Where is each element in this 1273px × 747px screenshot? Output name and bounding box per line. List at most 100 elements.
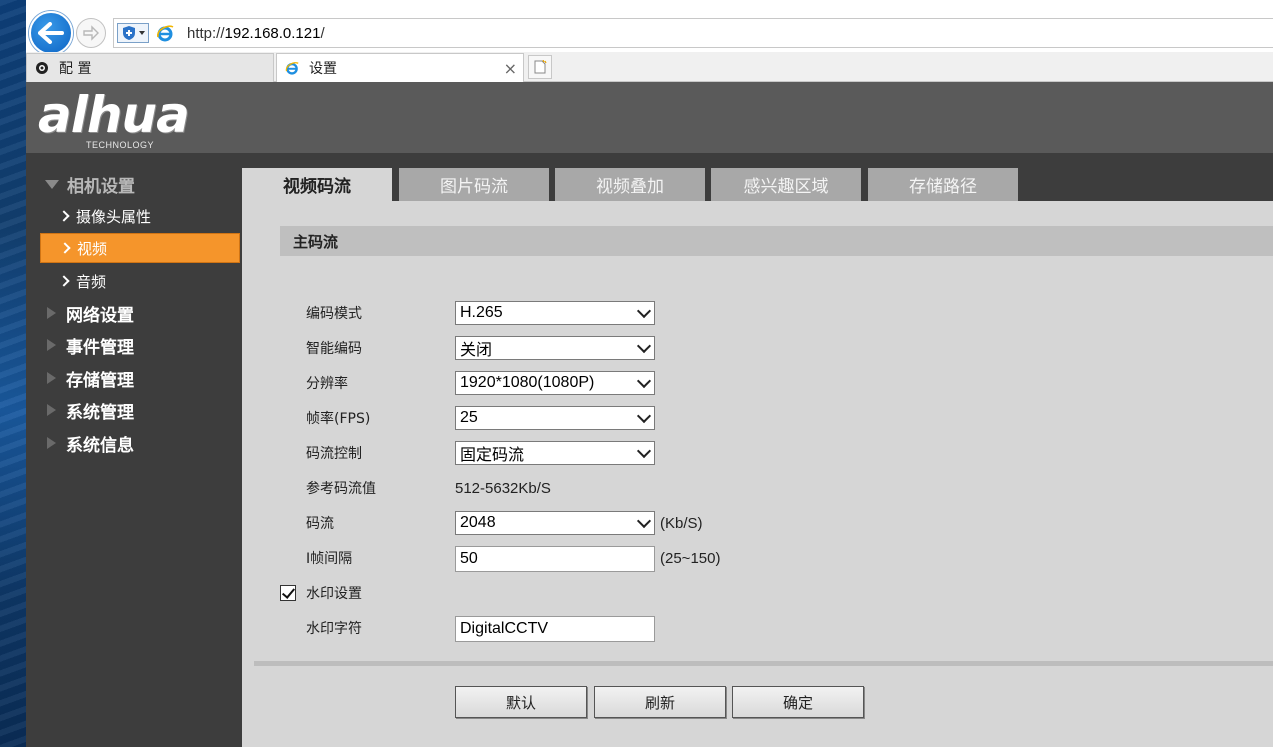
sidebar-item-video[interactable]: 视频 <box>40 233 240 263</box>
i-frame-interval-label: I帧间隔 <box>306 551 353 567</box>
triangle-right-icon <box>47 372 56 384</box>
url-field[interactable]: http://192.168.0.121/ <box>113 18 1273 48</box>
chevron-down-icon <box>636 303 652 319</box>
sidebar-item-label: 摄像头属性 <box>76 207 152 226</box>
chevron-down-icon <box>636 338 652 354</box>
tab-video-overlay[interactable]: 视频叠加 <box>555 168 705 201</box>
sidebar-item-system-info[interactable]: 系统信息 <box>26 428 242 458</box>
select-value: H.265 <box>460 304 503 321</box>
bitrate-control-label: 码流控制 <box>306 446 362 462</box>
new-tab-button[interactable] <box>528 55 552 79</box>
triangle-down-icon <box>45 179 59 189</box>
tab-roi[interactable]: 感兴趣区域 <box>711 168 861 201</box>
browser-tab-settings[interactable]: 设置 × <box>276 53 524 82</box>
sidebar-item-event-management[interactable]: 事件管理 <box>26 330 242 360</box>
sidebar-item-label: 相机设置 <box>67 176 135 197</box>
ie-icon <box>285 62 299 75</box>
smart-codec-select[interactable]: 关闭 <box>455 336 655 360</box>
bitrate-label: 码流 <box>306 516 334 532</box>
main-content: 视频码流 图片码流 视频叠加 感兴趣区域 存储路径 主码流 编码模式 H.265… <box>242 153 1273 747</box>
desktop-background <box>0 0 26 747</box>
sidebar-item-network-settings[interactable]: 网络设置 <box>26 298 242 328</box>
sidebar: 相机设置 摄像头属性 视频 音频 网络设置 事件管理 存储管理 系统管理 系统信… <box>26 153 242 747</box>
compat-view-button[interactable] <box>117 23 149 43</box>
tab-snapshot-stream[interactable]: 图片码流 <box>399 168 549 201</box>
browser-address-bar: http://192.168.0.121/ <box>26 0 1273 55</box>
frame-rate-select[interactable]: 25 <box>455 406 655 430</box>
arrow-left-icon <box>38 22 64 44</box>
sidebar-item-system-management[interactable]: 系统管理 <box>26 395 242 425</box>
divider <box>254 661 1273 666</box>
select-value: 25 <box>460 409 478 426</box>
browser-tab-config[interactable]: 配 置 <box>26 53 274 82</box>
url-suffix: / <box>320 25 325 42</box>
tab-label: 视频叠加 <box>596 177 664 197</box>
tab-label: 存储路径 <box>909 177 977 197</box>
watermark-text-input[interactable]: DigitalCCTV <box>455 616 655 642</box>
sidebar-item-label: 音频 <box>76 272 107 291</box>
dropdown-arrow-icon <box>139 31 145 35</box>
url-text: http://192.168.0.121/ <box>187 25 325 42</box>
sidebar-item-label: 网络设置 <box>66 305 134 326</box>
sidebar-item-label: 存储管理 <box>66 370 134 391</box>
encode-mode-label: 编码模式 <box>306 306 362 322</box>
brand-logo: alhua TECHNOLOGY <box>38 86 190 150</box>
select-value: 固定码流 <box>460 447 525 464</box>
tab-label: 视频码流 <box>283 177 351 197</box>
triangle-right-icon <box>47 307 56 319</box>
arrow-right-icon <box>83 25 99 41</box>
back-button[interactable] <box>29 11 73 55</box>
watermark-checkbox[interactable] <box>280 585 296 601</box>
reference-bitrate-label: 参考码流值 <box>306 481 376 497</box>
camera-icon <box>36 62 48 74</box>
sidebar-item-label: 系统信息 <box>66 435 134 456</box>
select-value: 2048 <box>460 514 496 531</box>
chevron-right-icon <box>58 275 70 287</box>
new-tab-icon <box>534 60 547 74</box>
i-frame-interval-range: (25~150) <box>660 549 721 567</box>
smart-codec-label: 智能编码 <box>306 341 362 357</box>
tab-storage-path[interactable]: 存储路径 <box>868 168 1018 201</box>
i-frame-interval-input[interactable]: 50 <box>455 546 655 572</box>
bitrate-select[interactable]: 2048 <box>455 511 655 535</box>
encode-mode-select[interactable]: H.265 <box>455 301 655 325</box>
url-prefix: http:// <box>187 25 225 42</box>
sidebar-item-camera-settings[interactable]: 相机设置 <box>26 169 242 199</box>
sidebar-item-label: 事件管理 <box>66 337 134 358</box>
close-icon[interactable]: × <box>504 59 517 78</box>
forward-button[interactable] <box>76 18 106 48</box>
browser-tab-bar: 配 置 设置 × <box>26 52 1273 82</box>
refresh-button[interactable]: 刷新 <box>594 686 726 718</box>
bitrate-control-select[interactable]: 固定码流 <box>455 441 655 465</box>
sidebar-item-audio[interactable]: 音频 <box>40 266 240 296</box>
chevron-down-icon <box>636 373 652 389</box>
shield-plus-icon <box>123 26 135 40</box>
settings-tabs: 视频码流 图片码流 视频叠加 感兴趣区域 存储路径 <box>242 153 1273 201</box>
chevron-right-icon <box>59 242 71 254</box>
reference-bitrate-value: 512-5632Kb/S <box>455 479 551 497</box>
ok-button[interactable]: 确定 <box>732 686 864 718</box>
chevron-down-icon <box>636 408 652 424</box>
url-host: 192.168.0.121 <box>224 25 321 42</box>
browser-tab-label: 设置 <box>309 61 337 77</box>
logo-wordmark: alhua <box>38 86 190 144</box>
default-button[interactable]: 默认 <box>455 686 587 718</box>
tab-label: 感兴趣区域 <box>743 177 829 197</box>
sidebar-item-label: 视频 <box>77 239 108 258</box>
select-value: 关闭 <box>460 342 493 359</box>
chevron-down-icon <box>636 443 652 459</box>
sidebar-item-camera-properties[interactable]: 摄像头属性 <box>40 201 240 231</box>
logo-tagline: TECHNOLOGY <box>86 140 155 150</box>
sidebar-item-storage-management[interactable]: 存储管理 <box>26 363 242 393</box>
tab-video-stream[interactable]: 视频码流 <box>242 168 392 201</box>
triangle-right-icon <box>47 339 56 351</box>
watermark-label: 水印设置 <box>306 586 362 602</box>
frame-rate-label: 帧率(FPS) <box>306 411 371 427</box>
resolution-label: 分辨率 <box>306 376 348 392</box>
chevron-down-icon <box>636 513 652 529</box>
app-header: alhua TECHNOLOGY <box>26 82 1273 153</box>
chevron-right-icon <box>58 210 70 222</box>
bitrate-unit: (Kb/S) <box>660 514 703 532</box>
section-title-main-stream: 主码流 <box>280 226 1273 256</box>
resolution-select[interactable]: 1920*1080(1080P) <box>455 371 655 395</box>
